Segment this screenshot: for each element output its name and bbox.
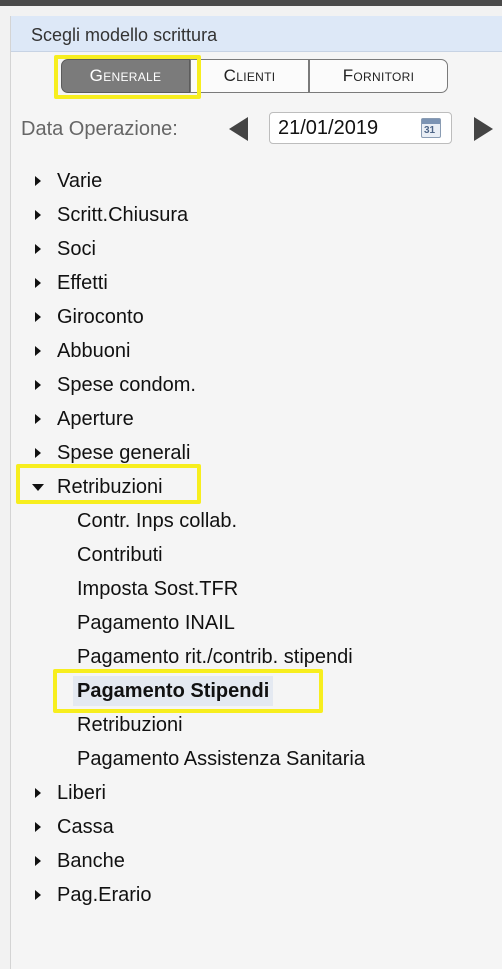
triangle-right-icon	[35, 822, 41, 832]
triangle-right-icon	[35, 278, 41, 288]
segment-clienti[interactable]: Clienti	[190, 59, 309, 93]
highlight-pagamento-stipendi	[53, 669, 323, 713]
date-label: Data Operazione:	[21, 118, 178, 140]
triangle-right-icon	[35, 210, 41, 220]
next-date-arrow-icon[interactable]	[474, 117, 493, 141]
triangle-right-icon	[35, 856, 41, 866]
triangle-right-icon	[35, 788, 41, 798]
triangle-right-icon	[35, 346, 41, 356]
date-field[interactable]: 31	[269, 112, 452, 144]
segment-fornitori[interactable]: Fornitori	[309, 59, 448, 93]
highlight-generale	[54, 55, 201, 99]
triangle-right-icon	[35, 244, 41, 254]
triangle-right-icon	[35, 414, 41, 424]
date-input[interactable]	[276, 116, 416, 140]
triangle-right-icon	[35, 312, 41, 322]
triangle-right-icon	[35, 380, 41, 390]
window-top-bar	[0, 0, 502, 6]
triangle-right-icon	[35, 890, 41, 900]
template-chooser-panel: Scegli modello scrittura Generale Client…	[10, 16, 502, 969]
highlight-retribuzioni	[16, 464, 201, 504]
triangle-right-icon	[35, 448, 41, 458]
previous-date-arrow-icon[interactable]	[229, 117, 248, 141]
panel-title-bar: Scegli modello scrittura	[11, 16, 502, 52]
triangle-right-icon	[35, 176, 41, 186]
panel-title: Scegli modello scrittura	[31, 25, 218, 45]
calendar-icon[interactable]: 31	[421, 118, 441, 138]
